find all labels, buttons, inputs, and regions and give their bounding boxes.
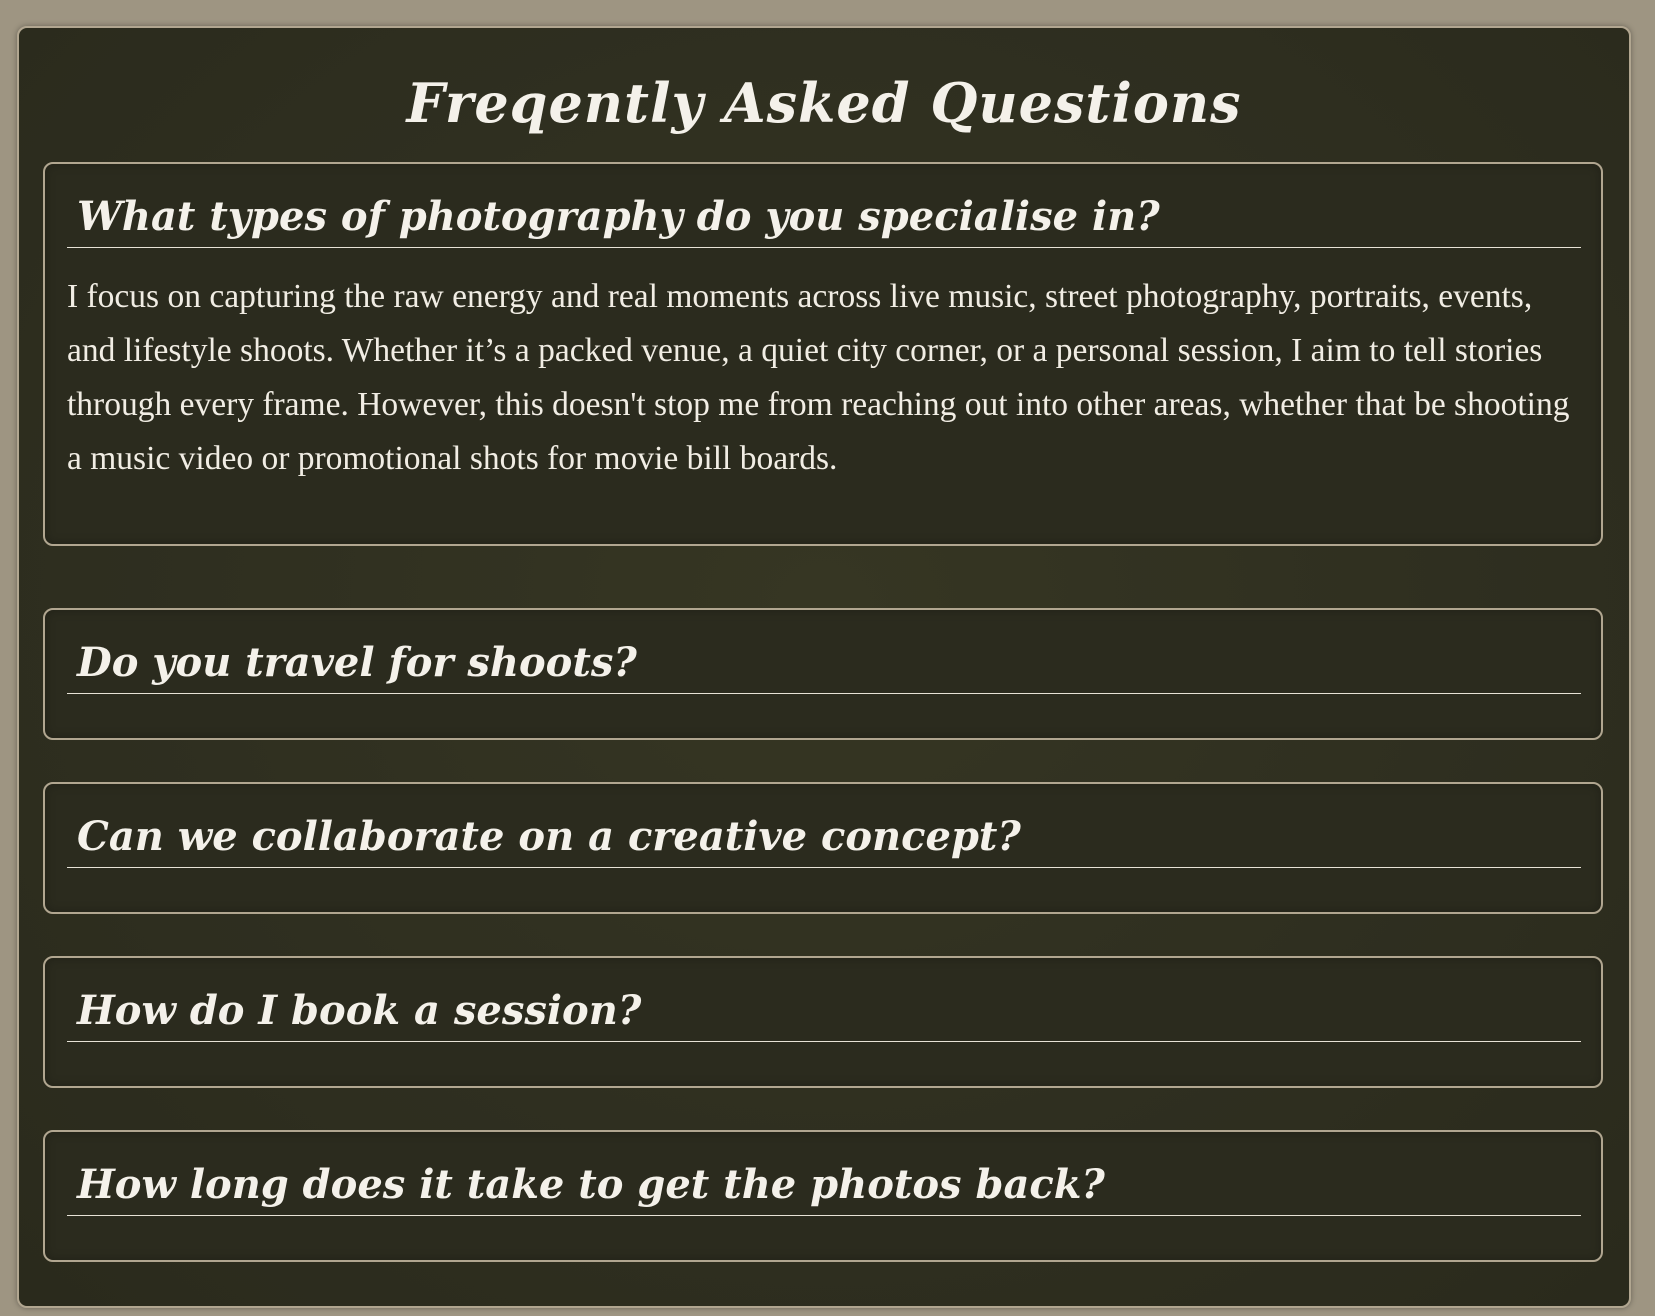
- faq-question[interactable]: What types of photography do you special…: [67, 164, 1581, 248]
- faq-item-travel[interactable]: Do you travel for shoots?: [43, 608, 1603, 740]
- page-title: Freqently Asked Questions: [406, 71, 1242, 135]
- faq-question[interactable]: How long does it take to get the photos …: [67, 1132, 1581, 1216]
- faq-item-booking[interactable]: How do I book a session?: [43, 956, 1603, 1088]
- faq-item-specialise[interactable]: What types of photography do you special…: [43, 162, 1603, 546]
- faq-answer: I focus on capturing the raw energy and …: [67, 278, 1570, 477]
- faq-item-collaborate[interactable]: Can we collaborate on a creative concept…: [43, 782, 1603, 914]
- faq-item-turnaround[interactable]: How long does it take to get the photos …: [43, 1130, 1603, 1262]
- faq-question[interactable]: Do you travel for shoots?: [67, 610, 1581, 694]
- faq-panel: Freqently Asked Questions What types of …: [17, 26, 1631, 1308]
- faq-question[interactable]: Can we collaborate on a creative concept…: [67, 784, 1581, 868]
- faq-question[interactable]: How do I book a session?: [67, 958, 1581, 1042]
